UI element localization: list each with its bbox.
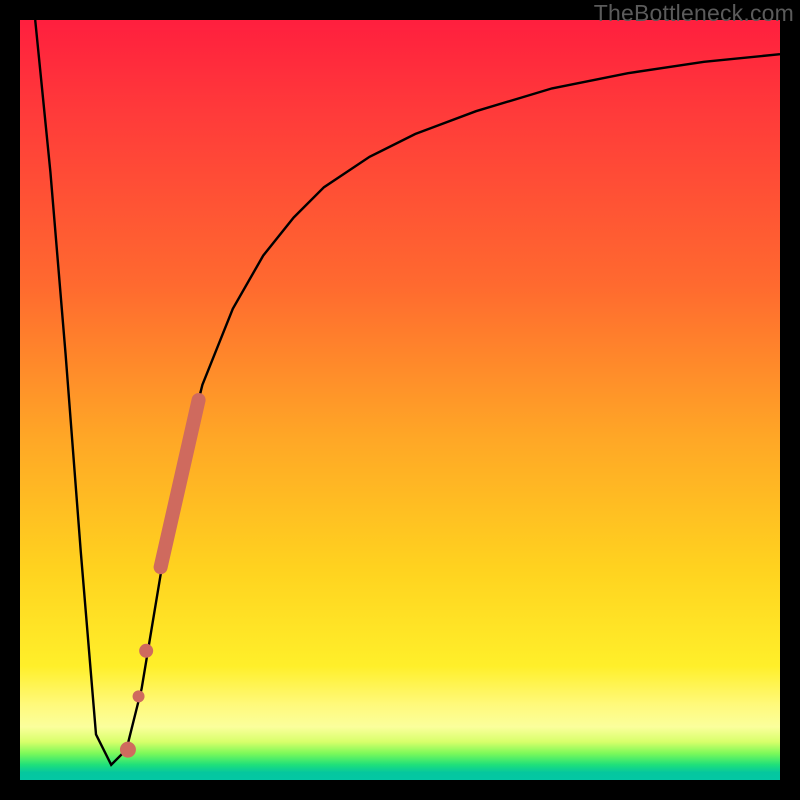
chart-frame: TheBottleneck.com bbox=[0, 0, 800, 800]
highlight-dot-2 bbox=[120, 742, 136, 758]
highlight-dot-1 bbox=[133, 690, 145, 702]
highlight-bar bbox=[161, 400, 199, 567]
curve-layer bbox=[20, 20, 780, 780]
highlight-dot-0 bbox=[139, 644, 153, 658]
